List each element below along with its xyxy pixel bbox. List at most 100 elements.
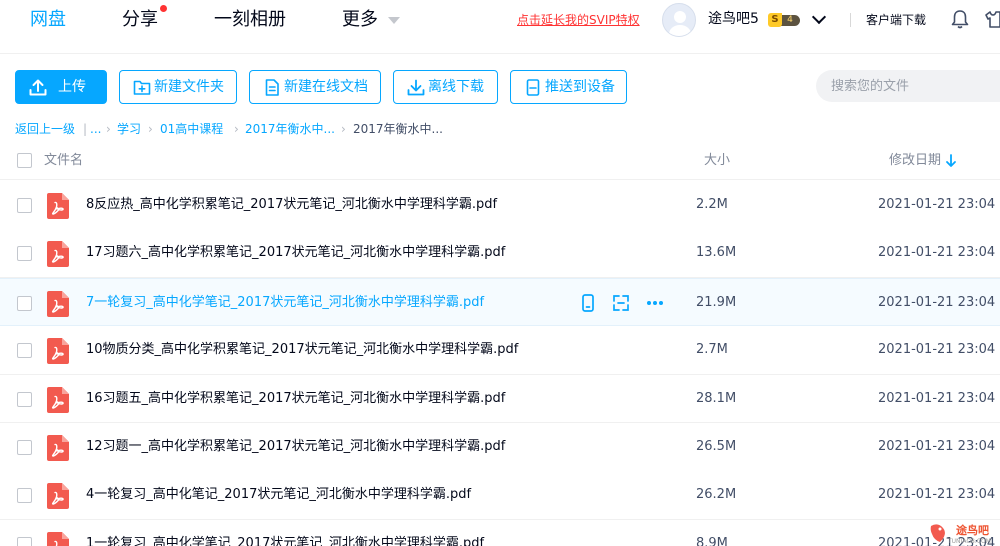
username[interactable]: 途鸟吧5 bbox=[708, 10, 759, 28]
document-icon bbox=[265, 79, 279, 96]
breadcrumb-arrow: › bbox=[148, 122, 153, 136]
svip-icon: S bbox=[768, 13, 782, 27]
file-name[interactable]: 1一轮复习_高中化学笔记_2017状元笔记_河北衡水中学理科学霸.pdf bbox=[86, 535, 484, 546]
offline-download-label: 离线下载 bbox=[428, 79, 484, 95]
file-row[interactable]: 17习题六_高中化学积累笔记_2017状元笔记_河北衡水中学理科学霸.pdf 1… bbox=[0, 229, 1000, 278]
file-modified-date: 2021-01-21 23:04 bbox=[878, 342, 996, 358]
table-header: 文件名 大小 修改日期 bbox=[0, 142, 1000, 180]
file-modified-date: 2021-01-21 23:04 bbox=[878, 197, 996, 212]
more-icon[interactable] bbox=[645, 293, 665, 313]
bell-icon[interactable] bbox=[951, 9, 969, 29]
new-folder-button[interactable]: 新建文件夹 bbox=[119, 70, 237, 104]
chevron-down-icon[interactable] bbox=[811, 9, 827, 25]
file-name[interactable]: 4一轮复习_高中化笔记_2017状元笔记_河北衡水中学理科学霸.pdf bbox=[86, 486, 471, 504]
file-row[interactable]: 12习题一_高中化学积累笔记_2017状元笔记_河北衡水中学理科学霸.pdf 2… bbox=[0, 423, 1000, 472]
breadcrumb-current: 2017年衡水中... bbox=[353, 122, 443, 136]
file-modified-date: 2021-01-21 23:04 bbox=[878, 439, 996, 454]
file-size: 28.1M bbox=[696, 390, 737, 406]
file-row[interactable]: 4一轮复习_高中化笔记_2017状元笔记_河北衡水中学理科学霸.pdf 26.2… bbox=[0, 471, 1000, 520]
tab-netdisk[interactable]: 网盘 bbox=[30, 8, 66, 32]
push-to-device-label: 推送到设备 bbox=[545, 79, 615, 95]
breadcrumb-arrow: › bbox=[106, 122, 111, 136]
row-checkbox[interactable] bbox=[17, 488, 32, 504]
breadcrumb-item-folder[interactable]: 2017年衡水中... bbox=[245, 120, 335, 138]
file-name[interactable]: 12习题一_高中化学积累笔记_2017状元笔记_河北衡水中学理科学霸.pdf bbox=[86, 438, 505, 456]
breadcrumb-arrow: › bbox=[234, 122, 239, 136]
row-checkbox[interactable] bbox=[17, 536, 32, 546]
new-folder-icon bbox=[133, 80, 151, 95]
new-online-doc-button[interactable]: 新建在线文档 bbox=[249, 70, 381, 104]
pdf-file-icon bbox=[47, 290, 69, 317]
send-to-phone-icon[interactable] bbox=[578, 293, 598, 313]
vip-level: 4 bbox=[780, 15, 800, 26]
file-name[interactable]: 7一轮复习_高中化学笔记_2017状元笔记_河北衡水中学理科学霸.pdf bbox=[86, 294, 484, 312]
avatar[interactable] bbox=[662, 3, 696, 37]
breadcrumb-item-course[interactable]: 01高中课程 bbox=[160, 120, 223, 138]
file-modified-date: 2021-01-21 23:04 bbox=[878, 294, 996, 310]
svip-renew-link[interactable]: 点击延长我的SVIP特权 bbox=[517, 12, 640, 28]
file-row[interactable]: 8反应热_高中化学积累笔记_2017状元笔记_河北衡水中学理科学霸.pdf 2.… bbox=[0, 181, 1000, 230]
vip-badge: 4 S bbox=[768, 13, 802, 27]
file-name[interactable]: 10物质分类_高中化学积累笔记_2017状元笔记_河北衡水中学理科学霸.pdf bbox=[86, 341, 518, 359]
file-modified-date: 2021-01-21 23:04 bbox=[878, 245, 996, 261]
file-size: 26.2M bbox=[696, 487, 737, 503]
row-checkbox[interactable] bbox=[17, 440, 32, 455]
pdf-file-icon bbox=[47, 193, 69, 219]
file-modified-date: 2021-01-21 23:04 bbox=[878, 390, 996, 406]
file-size: 26.5M bbox=[696, 439, 737, 454]
file-size: 21.9M bbox=[696, 294, 737, 310]
row-checkbox[interactable] bbox=[17, 391, 32, 407]
breadcrumb-item-study[interactable]: 学习 bbox=[117, 120, 141, 138]
select-all-checkbox[interactable] bbox=[17, 153, 32, 168]
row-checkbox[interactable] bbox=[17, 295, 32, 311]
pdf-file-icon bbox=[47, 531, 69, 546]
notification-dot bbox=[160, 5, 167, 12]
search-input[interactable] bbox=[816, 70, 1000, 102]
file-size: 8.9M bbox=[696, 535, 728, 546]
column-header-name[interactable]: 文件名 bbox=[44, 142, 83, 180]
top-bar: 网盘 分享 一刻相册 更多 点击延长我的SVIP特权 途鸟吧5 4 S 客户端下… bbox=[0, 0, 1000, 54]
divider bbox=[850, 13, 851, 27]
caret-down-icon[interactable] bbox=[388, 17, 400, 24]
file-size: 2.2M bbox=[696, 197, 728, 212]
row-checkbox[interactable] bbox=[17, 198, 32, 213]
breadcrumb-arrow: › bbox=[341, 122, 346, 136]
upload-icon bbox=[29, 79, 47, 96]
watermark-subtext: TUNIAO8.COM bbox=[948, 538, 991, 545]
pdf-file-icon bbox=[47, 241, 69, 268]
share-link-icon[interactable] bbox=[611, 293, 631, 313]
file-name[interactable]: 17习题六_高中化学积累笔记_2017状元笔记_河北衡水中学理科学霸.pdf bbox=[86, 244, 505, 262]
sort-descending-icon[interactable] bbox=[945, 154, 957, 168]
new-folder-label: 新建文件夹 bbox=[154, 79, 224, 95]
upload-label: 上传 bbox=[58, 79, 86, 95]
upload-button[interactable]: 上传 bbox=[15, 70, 107, 104]
row-checkbox[interactable] bbox=[17, 246, 32, 262]
push-to-device-button[interactable]: 推送到设备 bbox=[510, 70, 627, 104]
row-checkbox[interactable] bbox=[17, 343, 32, 359]
file-name[interactable]: 16习题五_高中化学积累笔记_2017状元笔记_河北衡水中学理科学霸.pdf bbox=[86, 390, 505, 408]
tab-share[interactable]: 分享 bbox=[122, 8, 158, 32]
file-size: 2.7M bbox=[696, 342, 728, 358]
pdf-file-icon bbox=[47, 338, 69, 365]
offline-download-button[interactable]: 离线下载 bbox=[393, 70, 498, 104]
column-header-size[interactable]: 大小 bbox=[704, 142, 730, 180]
column-header-modified[interactable]: 修改日期 bbox=[889, 142, 941, 180]
file-name[interactable]: 8反应热_高中化学积累笔记_2017状元笔记_河北衡水中学理科学霸.pdf bbox=[86, 196, 497, 214]
breadcrumb-separator: | bbox=[83, 122, 88, 136]
file-row[interactable]: 10物质分类_高中化学积累笔记_2017状元笔记_河北衡水中学理科学霸.pdf … bbox=[0, 326, 1000, 375]
back-link[interactable]: 返回上一级 bbox=[15, 120, 75, 138]
tab-moments-album[interactable]: 一刻相册 bbox=[214, 8, 286, 32]
file-row[interactable]: 16习题五_高中化学积累笔记_2017状元笔记_河北衡水中学理科学霸.pdf 2… bbox=[0, 374, 1000, 424]
breadcrumb-ellipsis[interactable]: ... bbox=[90, 120, 101, 138]
file-row[interactable]: 1一轮复习_高中化学笔记_2017状元笔记_河北衡水中学理科学霸.pdf 8.9… bbox=[0, 519, 1000, 546]
skin-icon[interactable] bbox=[985, 9, 1000, 29]
client-download-link[interactable]: 客户端下载 bbox=[866, 12, 926, 28]
tab-more[interactable]: 更多 bbox=[342, 8, 378, 32]
file-row[interactable]: 7一轮复习_高中化学笔记_2017状元笔记_河北衡水中学理科学霸.pdf 21.… bbox=[0, 277, 1000, 327]
new-online-doc-label: 新建在线文档 bbox=[284, 79, 368, 95]
file-size: 13.6M bbox=[696, 245, 737, 261]
file-modified-date: 2021-01-21 23:04 bbox=[878, 487, 996, 503]
pdf-file-icon bbox=[47, 386, 69, 413]
device-icon bbox=[526, 79, 540, 96]
pdf-file-icon bbox=[47, 435, 69, 461]
